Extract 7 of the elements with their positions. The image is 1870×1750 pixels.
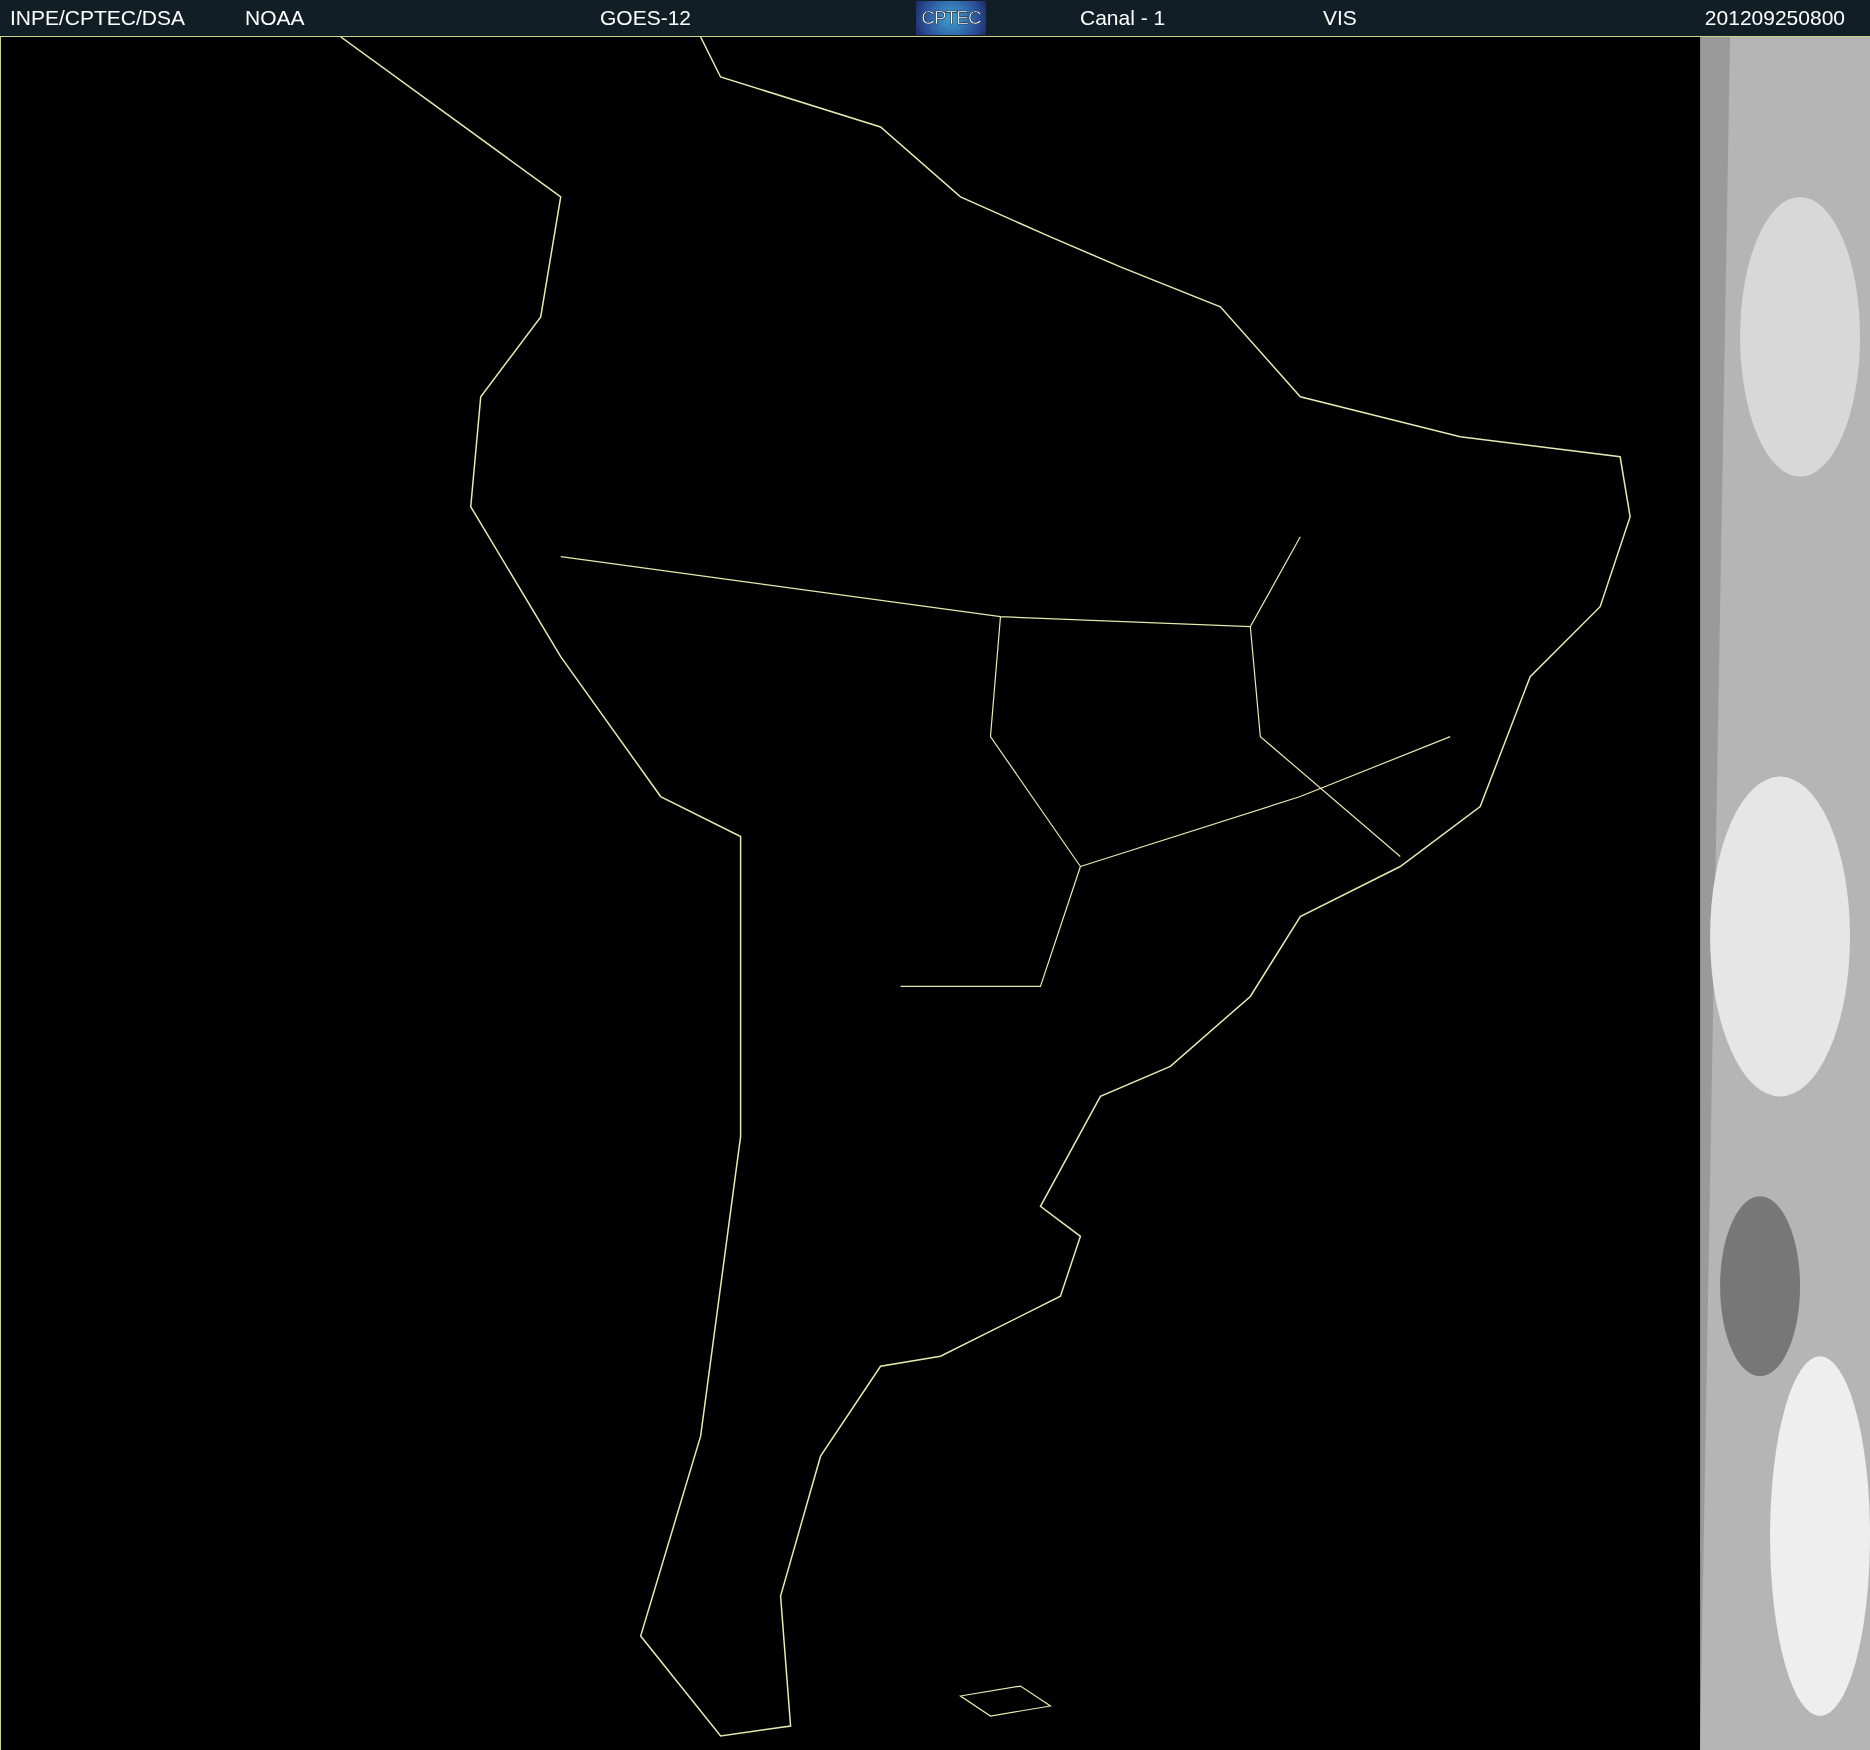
timestamp-label: 201209250800 <box>1704 6 1845 30</box>
satellite-label: GOES-12 <box>600 6 692 30</box>
band-label: VIS <box>1323 6 1357 30</box>
source-label: NOAA <box>245 6 305 30</box>
agency-label: INPE/CPTEC/DSA <box>10 6 186 30</box>
logo: CPTEC <box>916 1 986 35</box>
channel-label: Canal - 1 <box>1080 6 1166 30</box>
